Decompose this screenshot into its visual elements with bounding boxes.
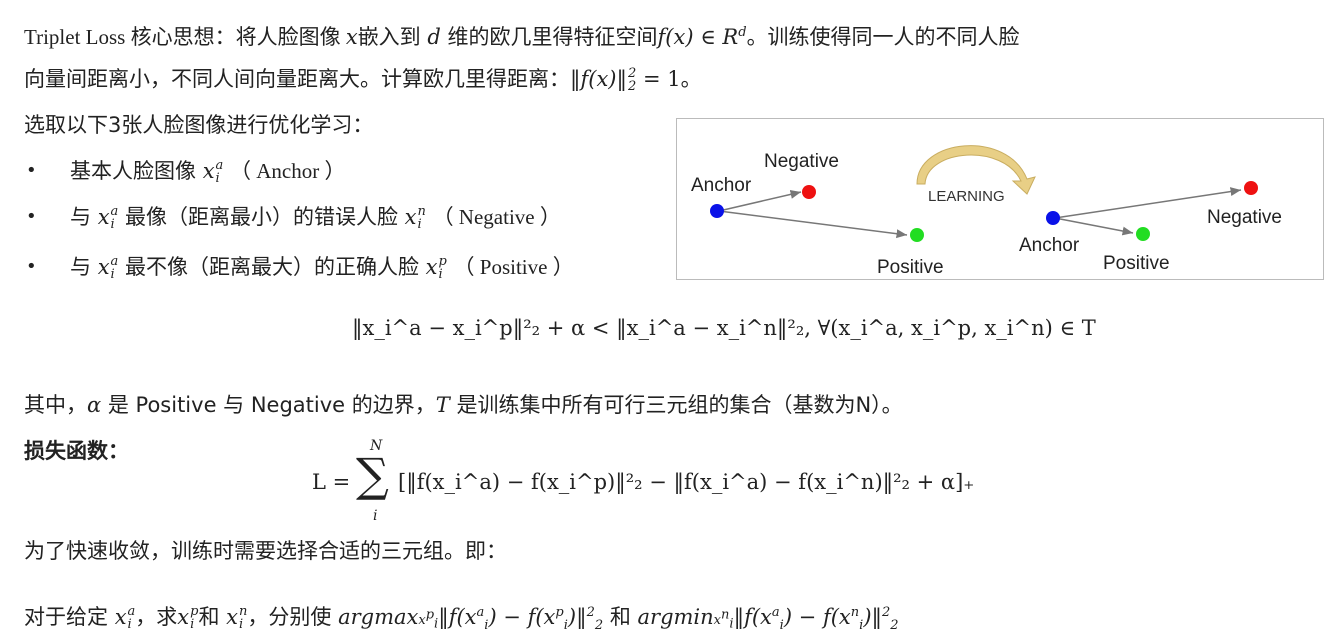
var-d: d [427, 25, 441, 49]
diagram-svg: Anchor Negative Positive LEARNING Anchor… [691, 145, 1282, 278]
math-var: x [97, 255, 110, 279]
positive-label-right: Positive [1103, 253, 1170, 274]
math-var: x [114, 605, 127, 629]
where-text: 是训练集中所有可行三元组的集合（基数为N）。 [449, 393, 903, 417]
math-norm: ‖f(xai) − f(xni)‖22 [733, 605, 899, 634]
intro-line-1: Triplet Loss 核心思想：将人脸图像 x嵌入到 d 维的欧几里得特征空… [24, 18, 1020, 52]
intro-line-2: 向量间距离小，不同人间向量距离大。计算欧几里得距离：‖f(x)‖ 2 2 = 1。 [24, 64, 702, 94]
sub: i [215, 171, 220, 186]
intro-text: 。 [680, 67, 702, 91]
final-text: 和 [603, 605, 638, 629]
math-sup: d [738, 25, 747, 40]
math-argmin: argmin [637, 605, 714, 629]
math-supsub: ai [216, 159, 224, 185]
final-text: ，求 [135, 605, 178, 629]
positive-dot-left [910, 228, 924, 242]
bullet-item-negative: 与 xai 最像（距离最小）的错误人脸 xni （ Negative ） [70, 202, 561, 232]
bullet-text: 与 [70, 255, 98, 279]
bullet-label: （ Positive ） [453, 255, 574, 279]
triplet-diagram: Anchor Negative Positive LEARNING Anchor… [676, 118, 1324, 280]
sub: i [417, 217, 422, 232]
loss-L: L = [312, 470, 351, 494]
bullet-item-anchor: 基本人脸图像 xai （ Anchor ） [70, 156, 345, 186]
bullet-label: （ Negative ） [432, 205, 561, 229]
negative-label-left: Negative [764, 151, 839, 172]
math-norm: ‖f(x)‖ [570, 67, 628, 91]
converge-line: 为了快速收敛，训练时需要选择合适的三元组。即： [24, 539, 507, 563]
var-x: x [345, 25, 358, 49]
sum-lower-limit: i [373, 508, 378, 524]
constraint-equation: ‖x_i^a − x_i^p‖²₂ + α < ‖x_i^a − x_i^n‖²… [352, 316, 1096, 340]
math-var: x [202, 159, 215, 183]
intro-text: 维的欧几里得特征空间 [440, 25, 658, 49]
math-norm: ‖f(xai) − f(xpi)‖22 [438, 605, 604, 634]
math-var: x [404, 205, 417, 229]
negative-label-right: Negative [1207, 207, 1282, 228]
where-text: 是 Positive 与 Negative 的边界， [101, 393, 436, 417]
bullet-dot: • [26, 256, 37, 277]
negative-dot-right [1244, 181, 1258, 195]
math-supsub: pi [439, 255, 447, 281]
bullet-text: 基本人脸图像 [70, 159, 203, 183]
math-sub: xpi [418, 607, 439, 632]
anchor-label-right: Anchor [1019, 235, 1080, 256]
bullet-text: 最不像（距离最大）的正确人脸 [118, 255, 426, 279]
math-fx: f(x) ∈ R [657, 25, 739, 49]
final-text: 和 [198, 605, 227, 629]
bullet-label: （ Anchor ） [229, 159, 346, 183]
sub: i [438, 267, 443, 282]
anchor-dot-right [1046, 211, 1060, 225]
anchor-dot-left [710, 204, 724, 218]
arrow-anchor-positive-left [718, 210, 908, 239]
select-heading: 选取以下3张人脸图像进行优化学习： [24, 113, 374, 137]
final-line: 对于给定 x a i ，求x p i 和 x n i ，分别使 argmaxxpi‖f(xai) … [24, 598, 899, 641]
learning-arrow-icon [916, 145, 1036, 195]
math-var: x [97, 205, 110, 229]
bullet-dot: • [26, 160, 37, 181]
negative-dot-left [802, 185, 816, 199]
math-alpha: α [87, 393, 102, 417]
sum-symbol: ∑ [356, 448, 389, 502]
math-sub: xni [713, 607, 734, 632]
where-line: 其中，α 是 Positive 与 Negative 的边界，T 是训练集中所有… [24, 390, 903, 420]
math-supsub: ni [418, 205, 426, 231]
intro-text: 向量间距离小，不同人间向量距离大。计算欧几里得距离： [24, 67, 570, 91]
loss-body: [‖f(x_i^a) − f(x_i^p)‖²₂ − ‖f(x_i^a) − f… [398, 470, 975, 494]
intro-text: 。训练使得同一人的不同人脸 [746, 25, 1020, 49]
math-var: x [425, 255, 438, 279]
bullet-text: 与 [70, 205, 98, 229]
bullet-item-positive: 与 xai 最不像（距离最大）的正确人脸 xpi （ Positive ） [70, 252, 574, 282]
math-var: x [177, 605, 190, 629]
anchor-label-left: Anchor [691, 175, 752, 196]
math-argmax: argmax [338, 605, 419, 629]
intro-text: Triplet Loss 核心思想：将人脸图像 [24, 25, 346, 49]
arrow-anchor-positive-right [1054, 217, 1134, 236]
math-var: x [226, 605, 238, 629]
math-T: T [435, 393, 450, 417]
final-text: 对于给定 [24, 605, 115, 629]
positive-dot-right [1136, 227, 1150, 241]
final-text: ，分别使 [247, 605, 339, 629]
loss-label: 损失函数： [24, 439, 129, 463]
where-text: 其中， [24, 393, 87, 417]
bullet-text: 最像（距离最小）的错误人脸 [118, 205, 405, 229]
math-eq: = 1 [636, 67, 681, 91]
positive-label-left: Positive [877, 257, 944, 278]
learning-label: LEARNING [928, 188, 1005, 205]
intro-text: 嵌入到 [357, 25, 428, 49]
bullet-dot: • [26, 206, 37, 227]
